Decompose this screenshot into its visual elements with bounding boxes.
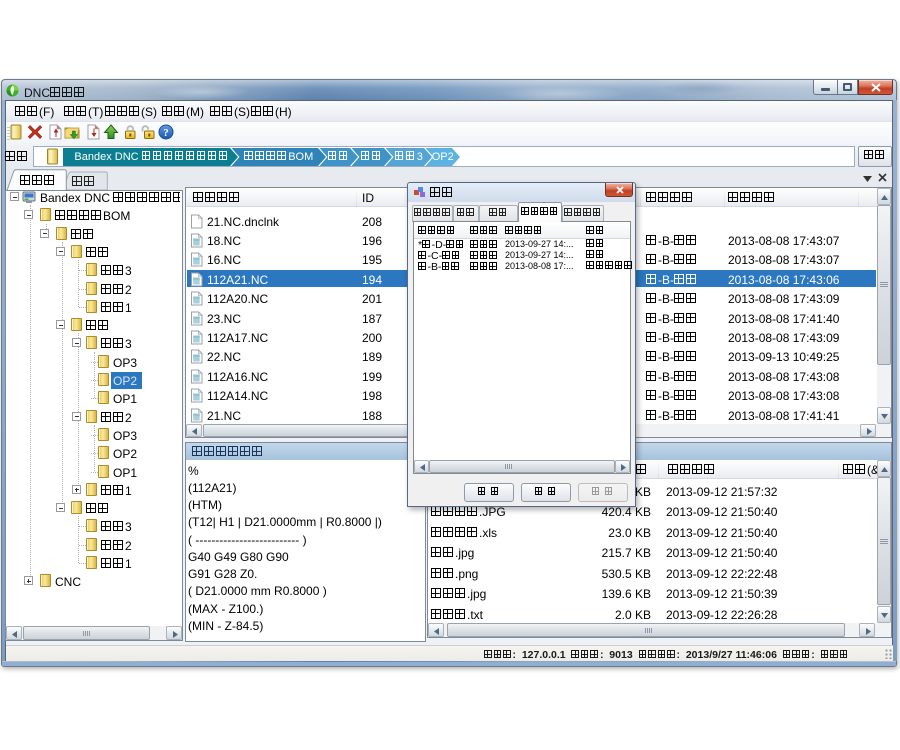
svg-text:?: ? xyxy=(163,127,169,139)
